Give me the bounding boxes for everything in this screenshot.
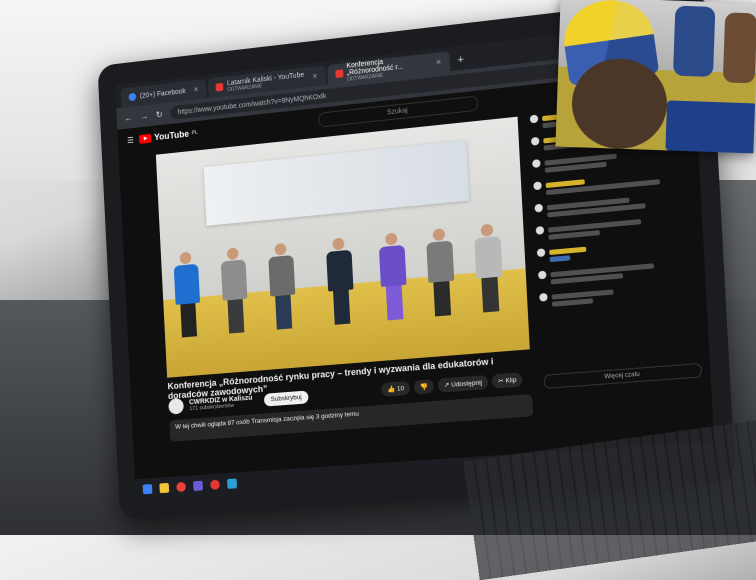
photo-scene: (20+) Facebook ✕ Latarnik Kaliski - YouT… [0,0,756,580]
share-button[interactable]: ↗ Udostępnij [437,374,489,393]
seated-person [672,5,716,77]
opera-icon[interactable] [210,479,220,490]
app-icon[interactable] [193,480,203,492]
channel-avatar[interactable] [168,397,184,415]
back-icon[interactable]: ← [124,113,133,124]
thumb-down-icon: 👎 [419,383,429,392]
chrome-icon[interactable] [176,481,187,493]
close-icon[interactable]: ✕ [193,86,199,94]
panelist [267,242,298,330]
menu-icon[interactable]: ☰ [127,135,134,144]
panelist [473,223,506,313]
seated-person [722,12,756,84]
panelist [219,247,250,334]
file-explorer-icon[interactable] [159,482,170,494]
dislike-button[interactable]: 👎 [413,378,435,395]
like-count: 10 [396,385,405,393]
panelist [377,232,409,321]
youtube-logo-text: YouTube [153,128,190,143]
close-icon[interactable]: ✕ [435,58,442,67]
reload-icon[interactable]: ↻ [155,109,163,120]
country-code: PL [191,129,198,137]
video-player[interactable] [155,116,530,378]
forward-icon[interactable]: → [140,111,149,122]
panelist [325,237,357,326]
subscribe-button[interactable]: Subskrybuj [263,389,309,407]
tab-label: (20+) Facebook [139,87,186,100]
chat-more-button[interactable]: Więcej czatu [543,362,703,389]
windows-start-icon[interactable] [142,483,153,495]
youtube-icon [334,69,344,79]
like-button[interactable]: 👍 10 [380,380,411,397]
panelist [425,227,457,317]
channel-text: CWRKDIZ w Kaliszu 171 subskrybentów [189,394,253,411]
blue-chair [665,100,756,154]
facebook-icon [128,92,137,102]
clip-button[interactable]: ✂ Klip [491,372,523,389]
youtube-play-icon [139,133,152,144]
youtube-icon [215,82,224,92]
panelist [172,251,203,338]
share-label: Udostępnij [451,379,483,389]
youtube-logo[interactable]: YouTube PL [139,128,198,144]
clip-label: Klip [505,376,517,385]
inset-photo [555,0,756,154]
app-icon[interactable] [227,478,238,489]
thumb-up-icon: 👍 [387,385,398,394]
close-icon[interactable]: ✕ [312,72,318,81]
